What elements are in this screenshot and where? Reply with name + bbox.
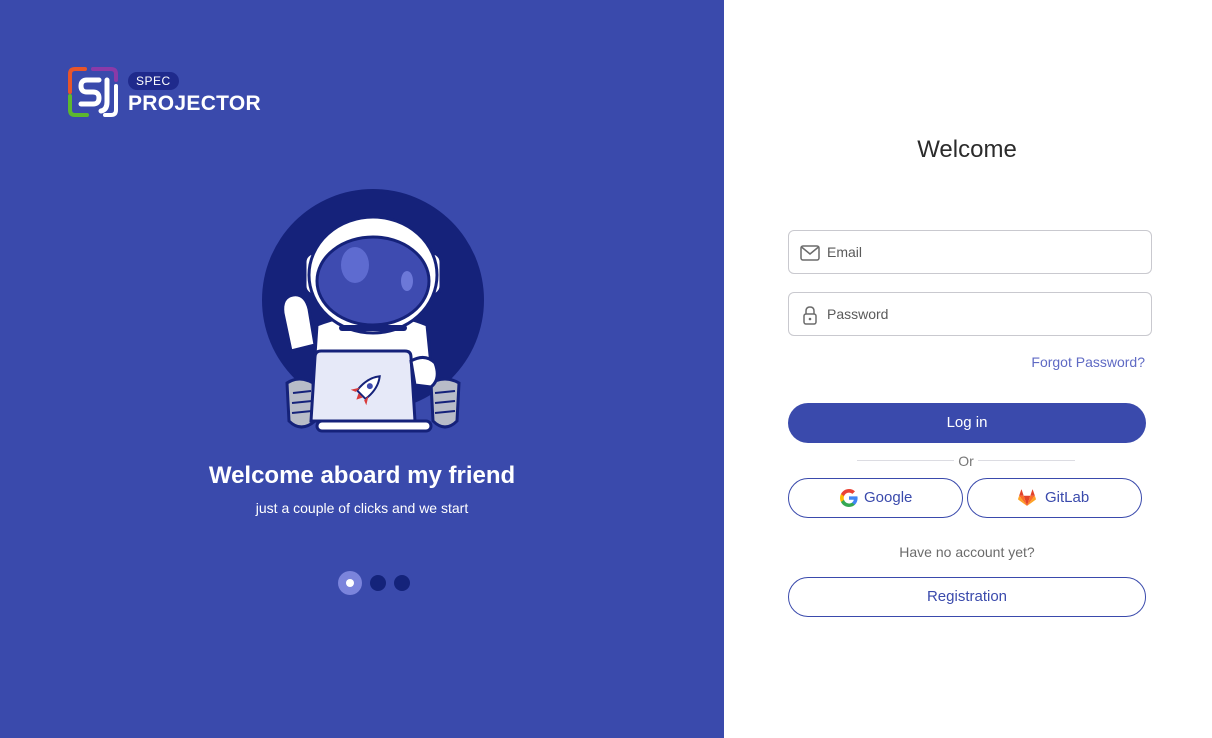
gitlab-login-button[interactable]: GitLab <box>967 478 1142 518</box>
astronaut-laptop-illustration <box>262 189 484 433</box>
lock-icon <box>803 306 817 325</box>
registration-button[interactable]: Registration <box>788 577 1146 617</box>
login-button[interactable]: Log in <box>788 403 1146 443</box>
carousel-indicators <box>338 571 418 595</box>
envelope-icon <box>800 245 820 261</box>
spec-projector-logo-icon <box>68 67 118 117</box>
carousel-dot-3[interactable] <box>394 575 410 591</box>
google-label: Google <box>864 489 913 506</box>
carousel-dot-1[interactable] <box>338 571 362 595</box>
password-field[interactable] <box>788 292 1152 336</box>
gitlab-label: GitLab <box>1045 489 1090 506</box>
google-icon <box>840 489 858 507</box>
no-account-text: Have no account yet? <box>899 544 1035 560</box>
carousel-dot-2[interactable] <box>370 575 386 591</box>
or-label: Or <box>958 453 974 469</box>
google-login-button[interactable]: Google <box>788 478 963 518</box>
password-input[interactable] <box>827 293 1137 335</box>
brand-logo[interactable]: SPEC PROJECTOR <box>67 66 277 118</box>
hero-subtitle: just a couple of clicks and we start <box>255 500 469 516</box>
hero-title: Welcome aboard my friend <box>208 462 516 489</box>
or-divider: Or <box>857 452 1075 470</box>
promo-panel: SPEC PROJECTOR Welcome aboard my friend … <box>0 0 724 738</box>
brand-name: PROJECTOR <box>128 92 262 115</box>
brand-badge: SPEC <box>128 72 179 90</box>
forgot-password-link[interactable]: Forgot Password? <box>974 352 1145 372</box>
email-input[interactable] <box>827 231 1137 273</box>
email-field[interactable] <box>788 230 1152 274</box>
form-title: Welcome <box>917 136 1017 163</box>
divider-line <box>978 460 1075 461</box>
login-panel: Welcome Forgot Password? Log in Or Googl… <box>724 0 1212 738</box>
gitlab-icon <box>1018 489 1036 506</box>
